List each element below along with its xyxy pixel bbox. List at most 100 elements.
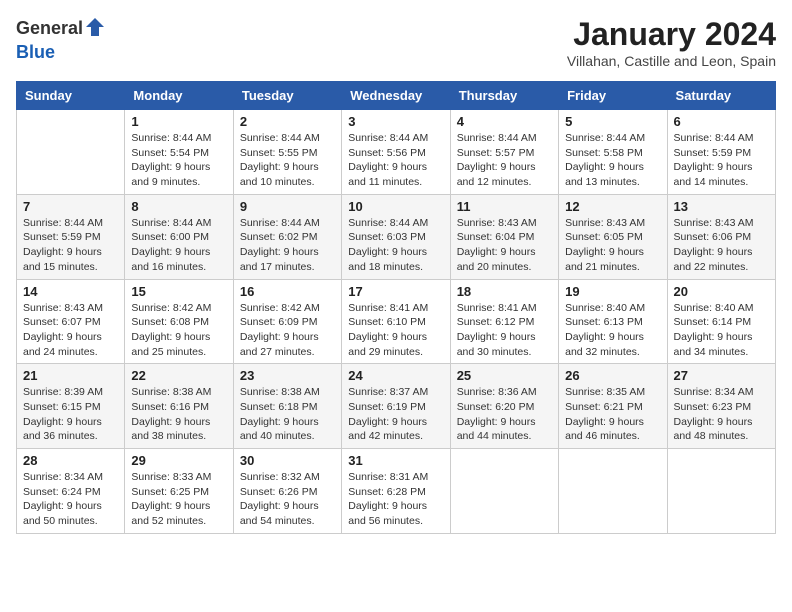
day-info: Sunrise: 8:44 AMSunset: 6:02 PMDaylight:… (240, 216, 335, 275)
calendar-week-row: 21 Sunrise: 8:39 AMSunset: 6:15 PMDayligh… (17, 364, 776, 449)
day-number: 9 (240, 199, 335, 214)
day-number: 14 (23, 284, 118, 299)
location-subtitle: Villahan, Castille and Leon, Spain (567, 53, 776, 69)
day-info: Sunrise: 8:44 AMSunset: 6:03 PMDaylight:… (348, 216, 443, 275)
day-number: 28 (23, 453, 118, 468)
calendar-day-cell: 25Sunrise: 8:36 AMSunset: 6:20 PMDayligh… (450, 364, 558, 449)
logo-blue-text: Blue (16, 42, 55, 62)
weekday-header: Thursday (450, 82, 558, 110)
month-title: January 2024 (567, 16, 776, 53)
calendar-day-cell: 20 Sunrise: 8:40 AMSunset: 6:14 PMDayligh… (667, 279, 775, 364)
day-number: 4 (457, 114, 552, 129)
calendar-day-cell: 12 Sunrise: 8:43 AMSunset: 6:05 PMDayligh… (559, 194, 667, 279)
calendar-table: SundayMondayTuesdayWednesdayThursdayFrid… (16, 81, 776, 534)
weekday-header: Monday (125, 82, 233, 110)
day-info: Sunrise: 8:44 AMSunset: 5:58 PMDaylight:… (565, 131, 660, 190)
calendar-day-cell: 15Sunrise: 8:42 AMSunset: 6:08 PMDayligh… (125, 279, 233, 364)
day-number: 12 (565, 199, 660, 214)
calendar-day-cell: 19Sunrise: 8:40 AMSunset: 6:13 PMDayligh… (559, 279, 667, 364)
calendar-day-cell: 29 Sunrise: 8:33 AMSunset: 6:25 PMDayligh… (125, 449, 233, 534)
calendar-day-cell: 7Sunrise: 8:44 AMSunset: 5:59 PMDaylight… (17, 194, 125, 279)
day-info: Sunrise: 8:44 AMSunset: 5:57 PMDaylight:… (457, 131, 552, 190)
day-info: Sunrise: 8:44 AMSunset: 5:59 PMDaylight:… (674, 131, 769, 190)
day-info: Sunrise: 8:43 AMSunset: 6:04 PMDaylight:… (457, 216, 552, 275)
day-info: Sunrise: 8:44 AMSunset: 5:55 PMDaylight:… (240, 131, 335, 190)
calendar-day-cell: 8Sunrise: 8:44 AMSunset: 6:00 PMDaylight… (125, 194, 233, 279)
calendar-day-cell: 13 Sunrise: 8:43 AMSunset: 6:06 PMDayligh… (667, 194, 775, 279)
calendar-day-cell: 17 Sunrise: 8:41 AMSunset: 6:10 PMDayligh… (342, 279, 450, 364)
day-info: Sunrise: 8:40 AMSunset: 6:13 PMDaylight:… (565, 301, 660, 360)
logo: General Blue (16, 16, 107, 63)
day-number: 27 (674, 368, 769, 383)
calendar-day-cell: 4 Sunrise: 8:44 AMSunset: 5:57 PMDaylight… (450, 110, 558, 195)
day-number: 16 (240, 284, 335, 299)
day-number: 2 (240, 114, 335, 129)
calendar-day-cell: 10 Sunrise: 8:44 AMSunset: 6:03 PMDayligh… (342, 194, 450, 279)
calendar-day-cell: 11 Sunrise: 8:43 AMSunset: 6:04 PMDayligh… (450, 194, 558, 279)
day-info: Sunrise: 8:43 AMSunset: 6:06 PMDaylight:… (674, 216, 769, 275)
day-number: 18 (457, 284, 552, 299)
calendar-day-cell (667, 449, 775, 534)
day-info: Sunrise: 8:40 AMSunset: 6:14 PMDaylight:… (674, 301, 769, 360)
day-number: 8 (131, 199, 226, 214)
day-number: 10 (348, 199, 443, 214)
calendar-day-cell: 26 Sunrise: 8:35 AMSunset: 6:21 PMDayligh… (559, 364, 667, 449)
calendar-day-cell: 31 Sunrise: 8:31 AMSunset: 6:28 PMDayligh… (342, 449, 450, 534)
day-info: Sunrise: 8:35 AMSunset: 6:21 PMDaylight:… (565, 385, 660, 444)
calendar-day-cell: 28 Sunrise: 8:34 AMSunset: 6:24 PMDayligh… (17, 449, 125, 534)
logo-general-text: General (16, 18, 83, 38)
day-info: Sunrise: 8:42 AMSunset: 6:09 PMDaylight:… (240, 301, 335, 360)
day-info: Sunrise: 8:33 AMSunset: 6:25 PMDaylight:… (131, 470, 226, 529)
day-info: Sunrise: 8:41 AMSunset: 6:12 PMDaylight:… (457, 301, 552, 360)
calendar-day-cell: 5 Sunrise: 8:44 AMSunset: 5:58 PMDaylight… (559, 110, 667, 195)
day-number: 31 (348, 453, 443, 468)
day-info: Sunrise: 8:42 AMSunset: 6:08 PMDaylight:… (131, 301, 226, 360)
logo-icon (84, 16, 106, 43)
calendar-day-cell: 30 Sunrise: 8:32 AMSunset: 6:26 PMDayligh… (233, 449, 341, 534)
day-info: Sunrise: 8:43 AMSunset: 6:05 PMDaylight:… (565, 216, 660, 275)
day-number: 3 (348, 114, 443, 129)
day-number: 29 (131, 453, 226, 468)
calendar-day-cell (559, 449, 667, 534)
calendar-day-cell: 16 Sunrise: 8:42 AMSunset: 6:09 PMDayligh… (233, 279, 341, 364)
calendar-day-cell: 22 Sunrise: 8:38 AMSunset: 6:16 PMDayligh… (125, 364, 233, 449)
day-info: Sunrise: 8:36 AMSunset: 6:20 PMDaylight:… (457, 385, 552, 444)
day-info: Sunrise: 8:43 AMSunset: 6:07 PMDaylight:… (23, 301, 118, 360)
day-number: 13 (674, 199, 769, 214)
calendar-day-cell: 9 Sunrise: 8:44 AMSunset: 6:02 PMDaylight… (233, 194, 341, 279)
day-info: Sunrise: 8:32 AMSunset: 6:26 PMDaylight:… (240, 470, 335, 529)
calendar-day-cell: 23Sunrise: 8:38 AMSunset: 6:18 PMDayligh… (233, 364, 341, 449)
calendar-day-cell: 24Sunrise: 8:37 AMSunset: 6:19 PMDayligh… (342, 364, 450, 449)
day-number: 26 (565, 368, 660, 383)
calendar-day-cell (17, 110, 125, 195)
day-info: Sunrise: 8:39 AMSunset: 6:15 PMDaylight:… (23, 385, 118, 444)
calendar-day-cell: 14 Sunrise: 8:43 AMSunset: 6:07 PMDayligh… (17, 279, 125, 364)
weekday-header: Tuesday (233, 82, 341, 110)
day-info: Sunrise: 8:41 AMSunset: 6:10 PMDaylight:… (348, 301, 443, 360)
calendar-week-row: 7Sunrise: 8:44 AMSunset: 5:59 PMDaylight… (17, 194, 776, 279)
day-number: 11 (457, 199, 552, 214)
day-number: 30 (240, 453, 335, 468)
weekday-header: Saturday (667, 82, 775, 110)
calendar-week-row: 1Sunrise: 8:44 AMSunset: 5:54 PMDaylight… (17, 110, 776, 195)
day-info: Sunrise: 8:31 AMSunset: 6:28 PMDaylight:… (348, 470, 443, 529)
day-number: 21 (23, 368, 118, 383)
day-info: Sunrise: 8:34 AMSunset: 6:24 PMDaylight:… (23, 470, 118, 529)
day-number: 22 (131, 368, 226, 383)
day-number: 17 (348, 284, 443, 299)
day-info: Sunrise: 8:38 AMSunset: 6:18 PMDaylight:… (240, 385, 335, 444)
calendar-day-cell: 6Sunrise: 8:44 AMSunset: 5:59 PMDaylight… (667, 110, 775, 195)
day-number: 20 (674, 284, 769, 299)
weekday-header: Wednesday (342, 82, 450, 110)
calendar-day-cell (450, 449, 558, 534)
page-header: General Blue January 2024 Villahan, Cast… (16, 16, 776, 69)
calendar-day-cell: 21 Sunrise: 8:39 AMSunset: 6:15 PMDayligh… (17, 364, 125, 449)
calendar-day-cell: 2 Sunrise: 8:44 AMSunset: 5:55 PMDaylight… (233, 110, 341, 195)
day-info: Sunrise: 8:38 AMSunset: 6:16 PMDaylight:… (131, 385, 226, 444)
weekday-header: Friday (559, 82, 667, 110)
day-number: 5 (565, 114, 660, 129)
title-area: January 2024 Villahan, Castille and Leon… (567, 16, 776, 69)
weekday-header: Sunday (17, 82, 125, 110)
day-number: 24 (348, 368, 443, 383)
day-number: 7 (23, 199, 118, 214)
